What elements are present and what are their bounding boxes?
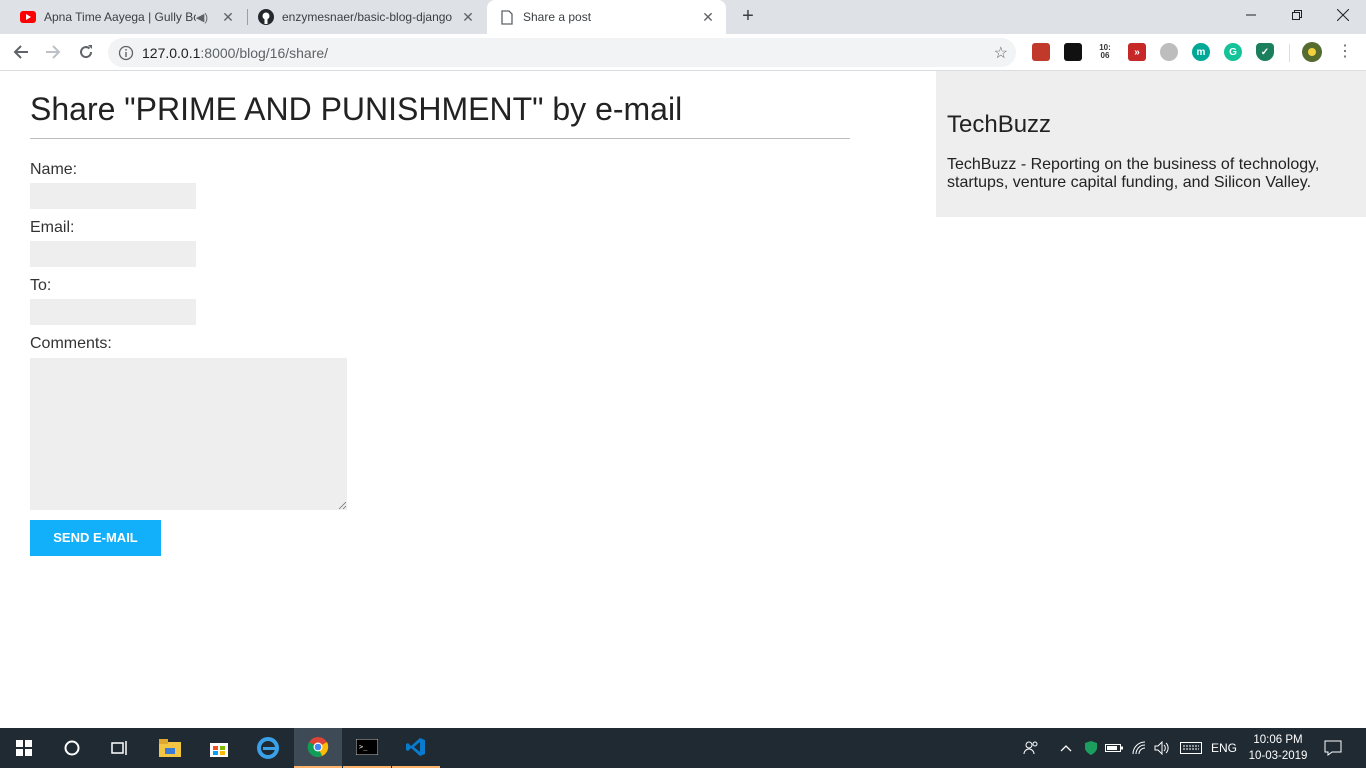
bookmark-red-icon[interactable] [1032, 43, 1050, 61]
send-email-button[interactable]: SEND E-MAIL [30, 520, 161, 556]
keyboard-icon[interactable] [1178, 728, 1204, 768]
forward-red-icon[interactable]: » [1128, 43, 1146, 61]
email-input[interactable] [30, 241, 196, 267]
chrome-menu-icon[interactable]: ⋮ [1337, 42, 1353, 62]
task-view-icon[interactable] [96, 728, 144, 768]
cortana-search-icon[interactable] [48, 728, 96, 768]
security-shield-icon[interactable] [1082, 728, 1100, 768]
clock-time: 10:06 PM [1253, 734, 1303, 746]
back-icon[interactable] [8, 39, 34, 65]
minimize-icon[interactable] [1228, 0, 1274, 30]
resize-grip-icon[interactable] [338, 501, 346, 509]
name-label: Name: [30, 161, 78, 178]
store-icon[interactable] [195, 728, 243, 768]
bookmark-star-icon[interactable]: ☆ [994, 43, 1008, 63]
clock-badge-icon[interactable]: 10: 06 [1096, 43, 1114, 61]
profile-avatar[interactable] [1302, 42, 1322, 62]
info-icon[interactable] [118, 45, 134, 61]
windows-start-icon[interactable] [0, 728, 48, 768]
web-page: Share "PRIME AND PUNISHMENT" by e-mail N… [0, 71, 1366, 728]
tab-github[interactable]: enzymesnaer/basic-blog-django ✕ [248, 0, 486, 34]
toolbar-divider [1289, 44, 1290, 62]
tab-share-post[interactable]: Share a post ✕ [487, 0, 726, 34]
forward-icon[interactable] [40, 39, 66, 65]
comments-label: Comments: [30, 335, 112, 352]
sidebar: TechBuzz TechBuzz - Reporting on the bus… [936, 71, 1366, 217]
terminal-icon[interactable]: >_ [343, 728, 391, 768]
window-close-icon[interactable] [1320, 0, 1366, 30]
close-tab-icon[interactable]: ✕ [460, 9, 476, 26]
people-icon[interactable] [1020, 728, 1042, 768]
wifi-icon[interactable] [1130, 728, 1150, 768]
close-tab-icon[interactable]: ✕ [700, 9, 716, 26]
to-input[interactable] [30, 299, 196, 325]
restore-icon[interactable] [1274, 0, 1320, 30]
battery-icon[interactable] [1104, 728, 1124, 768]
page-title: Share "PRIME AND PUNISHMENT" by e-mail [30, 71, 850, 139]
email-label: Email: [30, 219, 75, 236]
grammarly-icon[interactable]: G [1224, 43, 1242, 61]
sidebar-description: TechBuzz - Reporting on the business of … [947, 156, 1320, 191]
page-icon [499, 9, 515, 25]
vscode-icon[interactable] [392, 728, 440, 768]
tab-youtube[interactable]: Apna Time Aayega | Gully Bo ◀) ✕ [8, 0, 246, 34]
close-tab-icon[interactable]: ✕ [220, 9, 236, 26]
comments-textarea[interactable] [30, 358, 347, 510]
shield-green-icon[interactable]: ✓ [1256, 43, 1274, 61]
url-path: :8000/blog/16/share/ [200, 44, 329, 61]
system-clock[interactable]: 10:06 PM 10-03-2019 [1244, 732, 1312, 764]
grey-circle-icon[interactable] [1160, 43, 1178, 61]
edge-browser-icon[interactable] [244, 728, 292, 768]
browser-tab-strip: Apna Time Aayega | Gully Bo ◀) ✕ enzymes… [0, 0, 1366, 34]
browser-toolbar: 127.0.0.1:8000/blog/16/share/ ☆ 10: 06 » … [0, 34, 1366, 71]
main-content: Share "PRIME AND PUNISHMENT" by e-mail N… [30, 71, 850, 556]
clock-date: 10-03-2019 [1248, 750, 1308, 762]
url-host: 127.0.0.1 [142, 44, 201, 61]
notes-black-icon[interactable] [1064, 43, 1082, 61]
m-teal-icon[interactable]: m [1192, 43, 1210, 61]
language-indicator[interactable]: ENG [1208, 728, 1240, 768]
volume-icon[interactable] [1152, 728, 1172, 768]
tab-title: Share a post [523, 10, 592, 24]
file-explorer-icon[interactable] [146, 728, 194, 768]
sidebar-title: TechBuzz [947, 111, 1052, 138]
github-icon [258, 9, 274, 25]
chrome-taskbar-icon[interactable] [294, 728, 342, 768]
to-label: To: [30, 277, 52, 294]
chevron-up-icon[interactable] [1056, 728, 1076, 768]
new-tab-icon[interactable]: + [737, 5, 759, 27]
windows-taskbar: >_ ENG 10:06 PM 10-03-2019 [0, 728, 1366, 768]
youtube-icon [20, 9, 36, 25]
svg-text:>_: >_ [359, 743, 368, 751]
name-input[interactable] [30, 183, 196, 209]
reload-icon[interactable] [73, 39, 99, 65]
tab-title: Apna Time Aayega | Gully Bo [44, 10, 196, 24]
notification-center-icon[interactable] [1320, 728, 1346, 768]
address-bar[interactable]: 127.0.0.1:8000/blog/16/share/ ☆ [108, 38, 1016, 67]
tab-title: enzymesnaer/basic-blog-django [282, 10, 453, 24]
speaker-icon[interactable]: ◀) [196, 11, 208, 24]
